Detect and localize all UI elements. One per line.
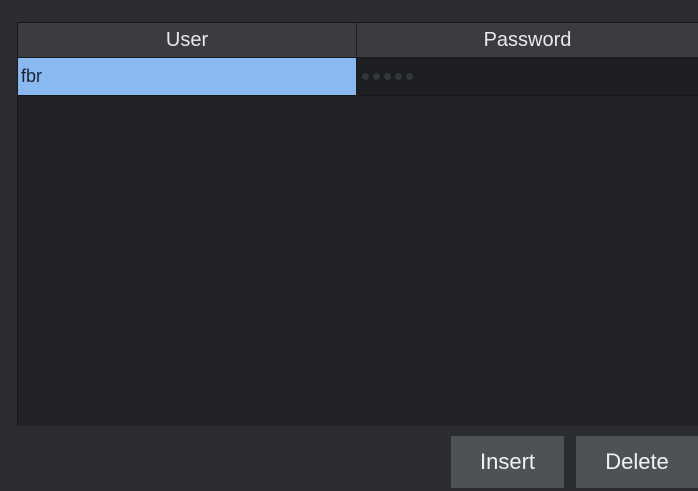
column-header-password[interactable]: Password — [357, 23, 698, 57]
password-mask-dot — [373, 73, 380, 80]
insert-button[interactable]: Insert — [451, 436, 564, 488]
user-cell[interactable]: fbr — [18, 58, 357, 95]
table-header: User Password — [18, 23, 698, 58]
table-row[interactable]: fbr — [18, 58, 698, 96]
user-password-dialog: User Password fbr Insert Delete — [0, 0, 698, 491]
password-cell[interactable] — [357, 58, 698, 95]
password-mask-dot — [406, 73, 413, 80]
delete-button[interactable]: Delete — [576, 436, 698, 488]
password-mask-dot — [362, 73, 369, 80]
column-header-user[interactable]: User — [18, 23, 357, 57]
user-table[interactable]: User Password fbr — [17, 22, 698, 426]
password-mask-dot — [395, 73, 402, 80]
password-mask-dot — [384, 73, 391, 80]
